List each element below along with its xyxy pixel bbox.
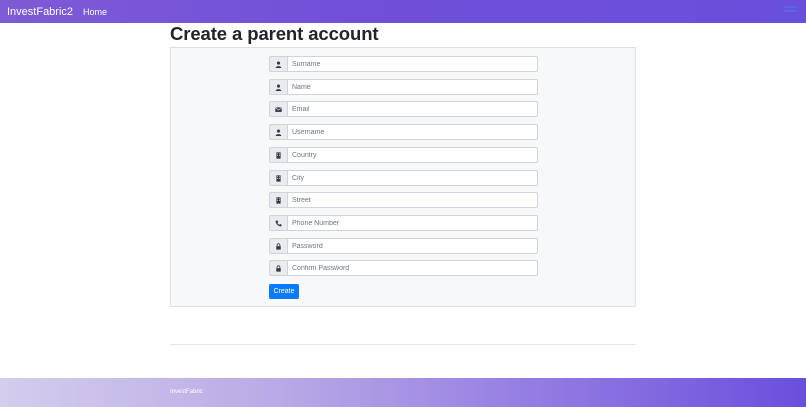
building-icon [269, 147, 287, 163]
page-title: Create a parent account [170, 23, 379, 44]
create-button[interactable]: Create [269, 284, 299, 299]
navbar-brand[interactable]: InvestFabric2 [7, 6, 73, 18]
surname-input[interactable] [287, 56, 538, 72]
user-icon [269, 79, 287, 95]
lock-icon [269, 260, 287, 276]
lock-icon [269, 238, 287, 254]
building-icon [269, 170, 287, 186]
city-field [269, 170, 538, 186]
name-input[interactable] [287, 79, 538, 95]
confirm-password-field [269, 260, 538, 276]
country-field [269, 147, 538, 163]
phone-field [269, 215, 538, 231]
phone-icon [269, 215, 287, 231]
footer-text: InvestFabric [170, 389, 203, 395]
city-input[interactable] [287, 170, 538, 186]
street-field [269, 192, 538, 208]
password-input[interactable] [287, 238, 538, 254]
email-input[interactable] [287, 101, 538, 117]
navbar: InvestFabric2 Home [0, 0, 806, 23]
menu-toggle-icon[interactable] [783, 6, 797, 16]
user-icon [269, 124, 287, 140]
surname-field [269, 56, 538, 72]
footer: InvestFabric [0, 378, 806, 407]
nav-link-home[interactable]: Home [83, 7, 107, 17]
divider [170, 344, 636, 345]
confirm-password-input[interactable] [287, 260, 538, 276]
building-icon [269, 192, 287, 208]
street-input[interactable] [287, 192, 538, 208]
phone-number-input[interactable] [287, 215, 538, 231]
username-field [269, 124, 538, 140]
name-field [269, 79, 538, 95]
form-panel: Create [170, 47, 636, 307]
country-input[interactable] [287, 147, 538, 163]
envelope-icon [269, 101, 287, 117]
user-icon [269, 56, 287, 72]
username-input[interactable] [287, 124, 538, 140]
email-field [269, 101, 538, 117]
password-field [269, 238, 538, 254]
